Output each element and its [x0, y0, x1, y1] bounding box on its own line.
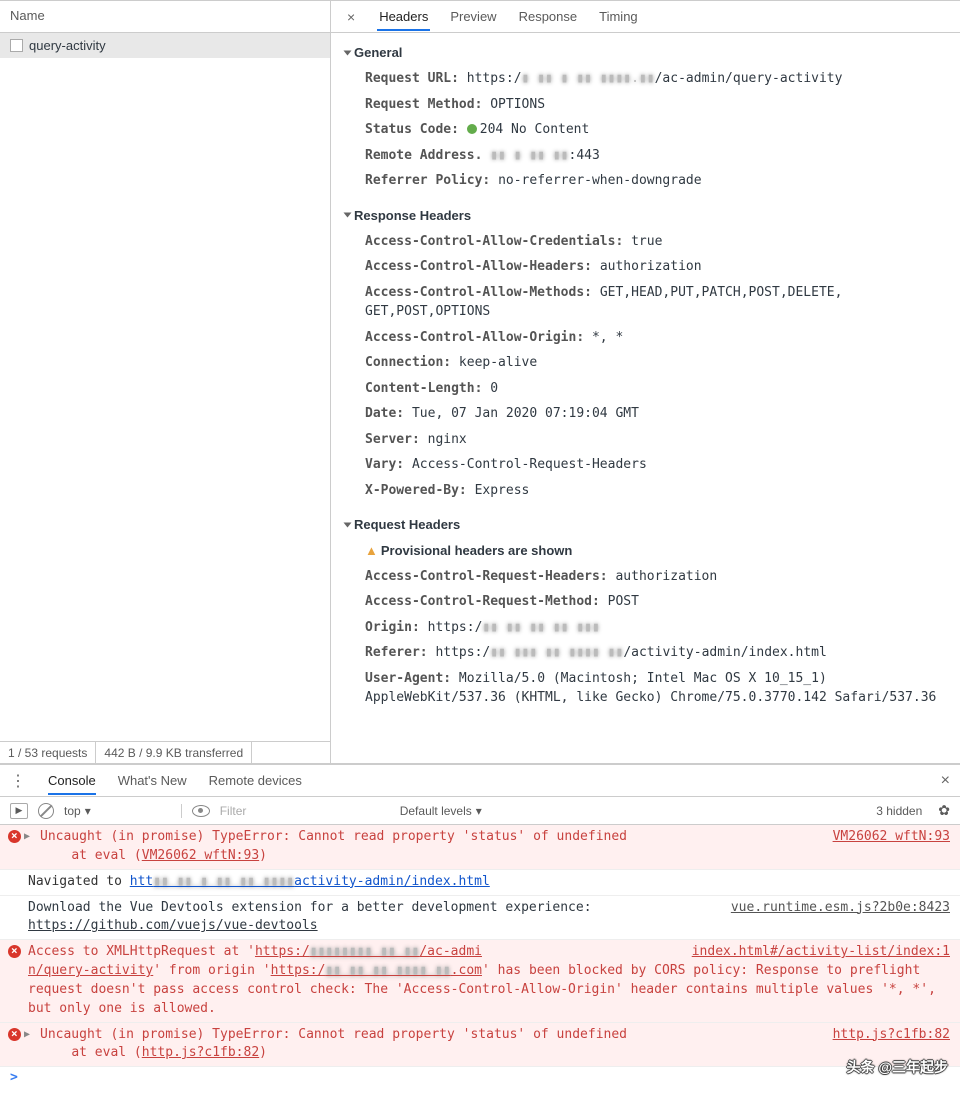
warning-icon: ▲ — [365, 543, 378, 558]
status-code: Status Code: 204 No Content — [341, 117, 960, 143]
network-status-bar: 1 / 53 requests 442 B / 9.9 KB transferr… — [0, 741, 330, 763]
provisional-warning: ▲Provisional headers are shown — [341, 538, 960, 564]
chevron-down-icon — [344, 522, 352, 527]
source-link[interactable]: index.html#/activity-list/index:1 — [692, 943, 950, 962]
console-error-row[interactable]: ▶ http.js?c1fb:82 Uncaught (in promise) … — [0, 1023, 960, 1068]
error-icon — [8, 945, 21, 958]
response-header-row: Content-Length: 0 — [341, 376, 960, 402]
section-response-headers[interactable]: Response Headers — [341, 202, 960, 229]
console-toolbar: ▶ top ▾ Filter Default levels ▾ 3 hidden… — [0, 797, 960, 825]
context-selector[interactable]: top ▾ — [64, 804, 182, 818]
drawer-tabs: ⋮ Console What's New Remote devices × — [0, 765, 960, 797]
request-method: Request Method: OPTIONS — [341, 92, 960, 118]
expand-icon[interactable]: ▶ — [24, 830, 30, 845]
console-info-row: vue.runtime.esm.js?2b0e:8423 Download th… — [0, 896, 960, 941]
close-icon[interactable]: × — [941, 772, 950, 790]
remote-address: Remote Address. ▮▮ ▮ ▮▮ ▮▮:443 — [341, 143, 960, 169]
section-request-headers[interactable]: Request Headers — [341, 511, 960, 538]
status-dot-icon — [467, 124, 477, 134]
error-icon — [8, 830, 21, 843]
file-icon — [10, 39, 23, 52]
detail-tabs: × Headers Preview Response Timing — [331, 1, 960, 33]
tab-console[interactable]: Console — [48, 766, 96, 795]
request-row[interactable]: query-activity — [0, 33, 330, 58]
console-prompt[interactable]: > — [0, 1067, 960, 1088]
settings-icon[interactable]: ✿ — [938, 802, 950, 819]
request-name: query-activity — [29, 38, 106, 53]
response-header-row: X-Powered-By: Express — [341, 478, 960, 504]
console-output: ▶ VM26062 wftN:93 Uncaught (in promise) … — [0, 825, 960, 1099]
tab-timing[interactable]: Timing — [597, 2, 640, 31]
tab-preview[interactable]: Preview — [448, 2, 498, 31]
response-header-row: Connection: keep-alive — [341, 350, 960, 376]
response-header-row: Access-Control-Allow-Origin: *, * — [341, 325, 960, 351]
section-general[interactable]: General — [341, 39, 960, 66]
response-header-row: Access-Control-Allow-Credentials: true — [341, 229, 960, 255]
chevron-down-icon — [344, 50, 352, 55]
clear-console-icon[interactable] — [38, 803, 54, 819]
response-header-row: Vary: Access-Control-Request-Headers — [341, 452, 960, 478]
close-icon[interactable]: × — [343, 9, 359, 25]
source-link[interactable]: http.js?c1fb:82 — [833, 1026, 950, 1045]
request-header-row: Access-Control-Request-Headers: authoriz… — [341, 564, 960, 590]
chevron-down-icon: ▾ — [476, 804, 482, 818]
log-levels-selector[interactable]: Default levels ▾ — [400, 804, 482, 818]
watermark: 头条 @三年起步 — [846, 1057, 948, 1077]
request-url: Request URL: https:/▮ ▮▮ ▮ ▮▮ ▮▮▮▮.▮▮/ac… — [341, 66, 960, 92]
network-requests-panel: Name query-activity 1 / 53 requests 442 … — [0, 1, 331, 763]
source-link[interactable]: vue.runtime.esm.js?2b0e:8423 — [731, 899, 950, 918]
header-referer: Referer: https:/▮▮ ▮▮▮ ▮▮ ▮▮▮▮ ▮▮/activi… — [341, 640, 960, 666]
toggle-sidebar-icon[interactable]: ▶ — [10, 803, 28, 819]
filter-input[interactable]: Filter — [220, 804, 390, 818]
tab-headers[interactable]: Headers — [377, 2, 430, 31]
referrer-policy: Referrer Policy: no-referrer-when-downgr… — [341, 168, 960, 194]
name-column-header[interactable]: Name — [0, 1, 330, 33]
response-header-row: Access-Control-Allow-Headers: authorizat… — [341, 254, 960, 280]
error-icon — [8, 1028, 21, 1041]
expand-icon[interactable]: ▶ — [24, 1028, 30, 1043]
hidden-messages[interactable]: 3 hidden — [870, 802, 928, 820]
kebab-icon[interactable]: ⋮ — [10, 771, 26, 791]
header-user-agent: User-Agent: Mozilla/5.0 (Macintosh; Inte… — [341, 666, 960, 711]
console-error-row[interactable]: index.html#/activity-list/index:1 Access… — [0, 940, 960, 1022]
requests-count: 1 / 53 requests — [0, 742, 96, 764]
response-header-row: Date: Tue, 07 Jan 2020 07:19:04 GMT — [341, 401, 960, 427]
source-link[interactable]: VM26062 wftN:93 — [833, 828, 950, 847]
console-nav-row: Navigated to htt▮▮ ▮▮ ▮ ▮▮ ▮▮ ▮▮▮▮activi… — [0, 870, 960, 896]
transferred-size: 442 B / 9.9 KB transferred — [96, 742, 252, 764]
response-header-row: Server: nginx — [341, 427, 960, 453]
chevron-down-icon: ▾ — [85, 804, 91, 818]
tab-remote-devices[interactable]: Remote devices — [209, 766, 302, 795]
request-header-row: Access-Control-Request-Method: POST — [341, 589, 960, 615]
header-origin: Origin: https:/▮▮ ▮▮ ▮▮ ▮▮ ▮▮▮ — [341, 615, 960, 641]
tab-response[interactable]: Response — [517, 2, 580, 31]
response-header-row: Access-Control-Allow-Methods: GET,HEAD,P… — [341, 280, 960, 325]
tab-whats-new[interactable]: What's New — [118, 766, 187, 795]
console-error-row[interactable]: ▶ VM26062 wftN:93 Uncaught (in promise) … — [0, 825, 960, 870]
chevron-down-icon — [344, 213, 352, 218]
live-expression-icon[interactable] — [192, 805, 210, 817]
